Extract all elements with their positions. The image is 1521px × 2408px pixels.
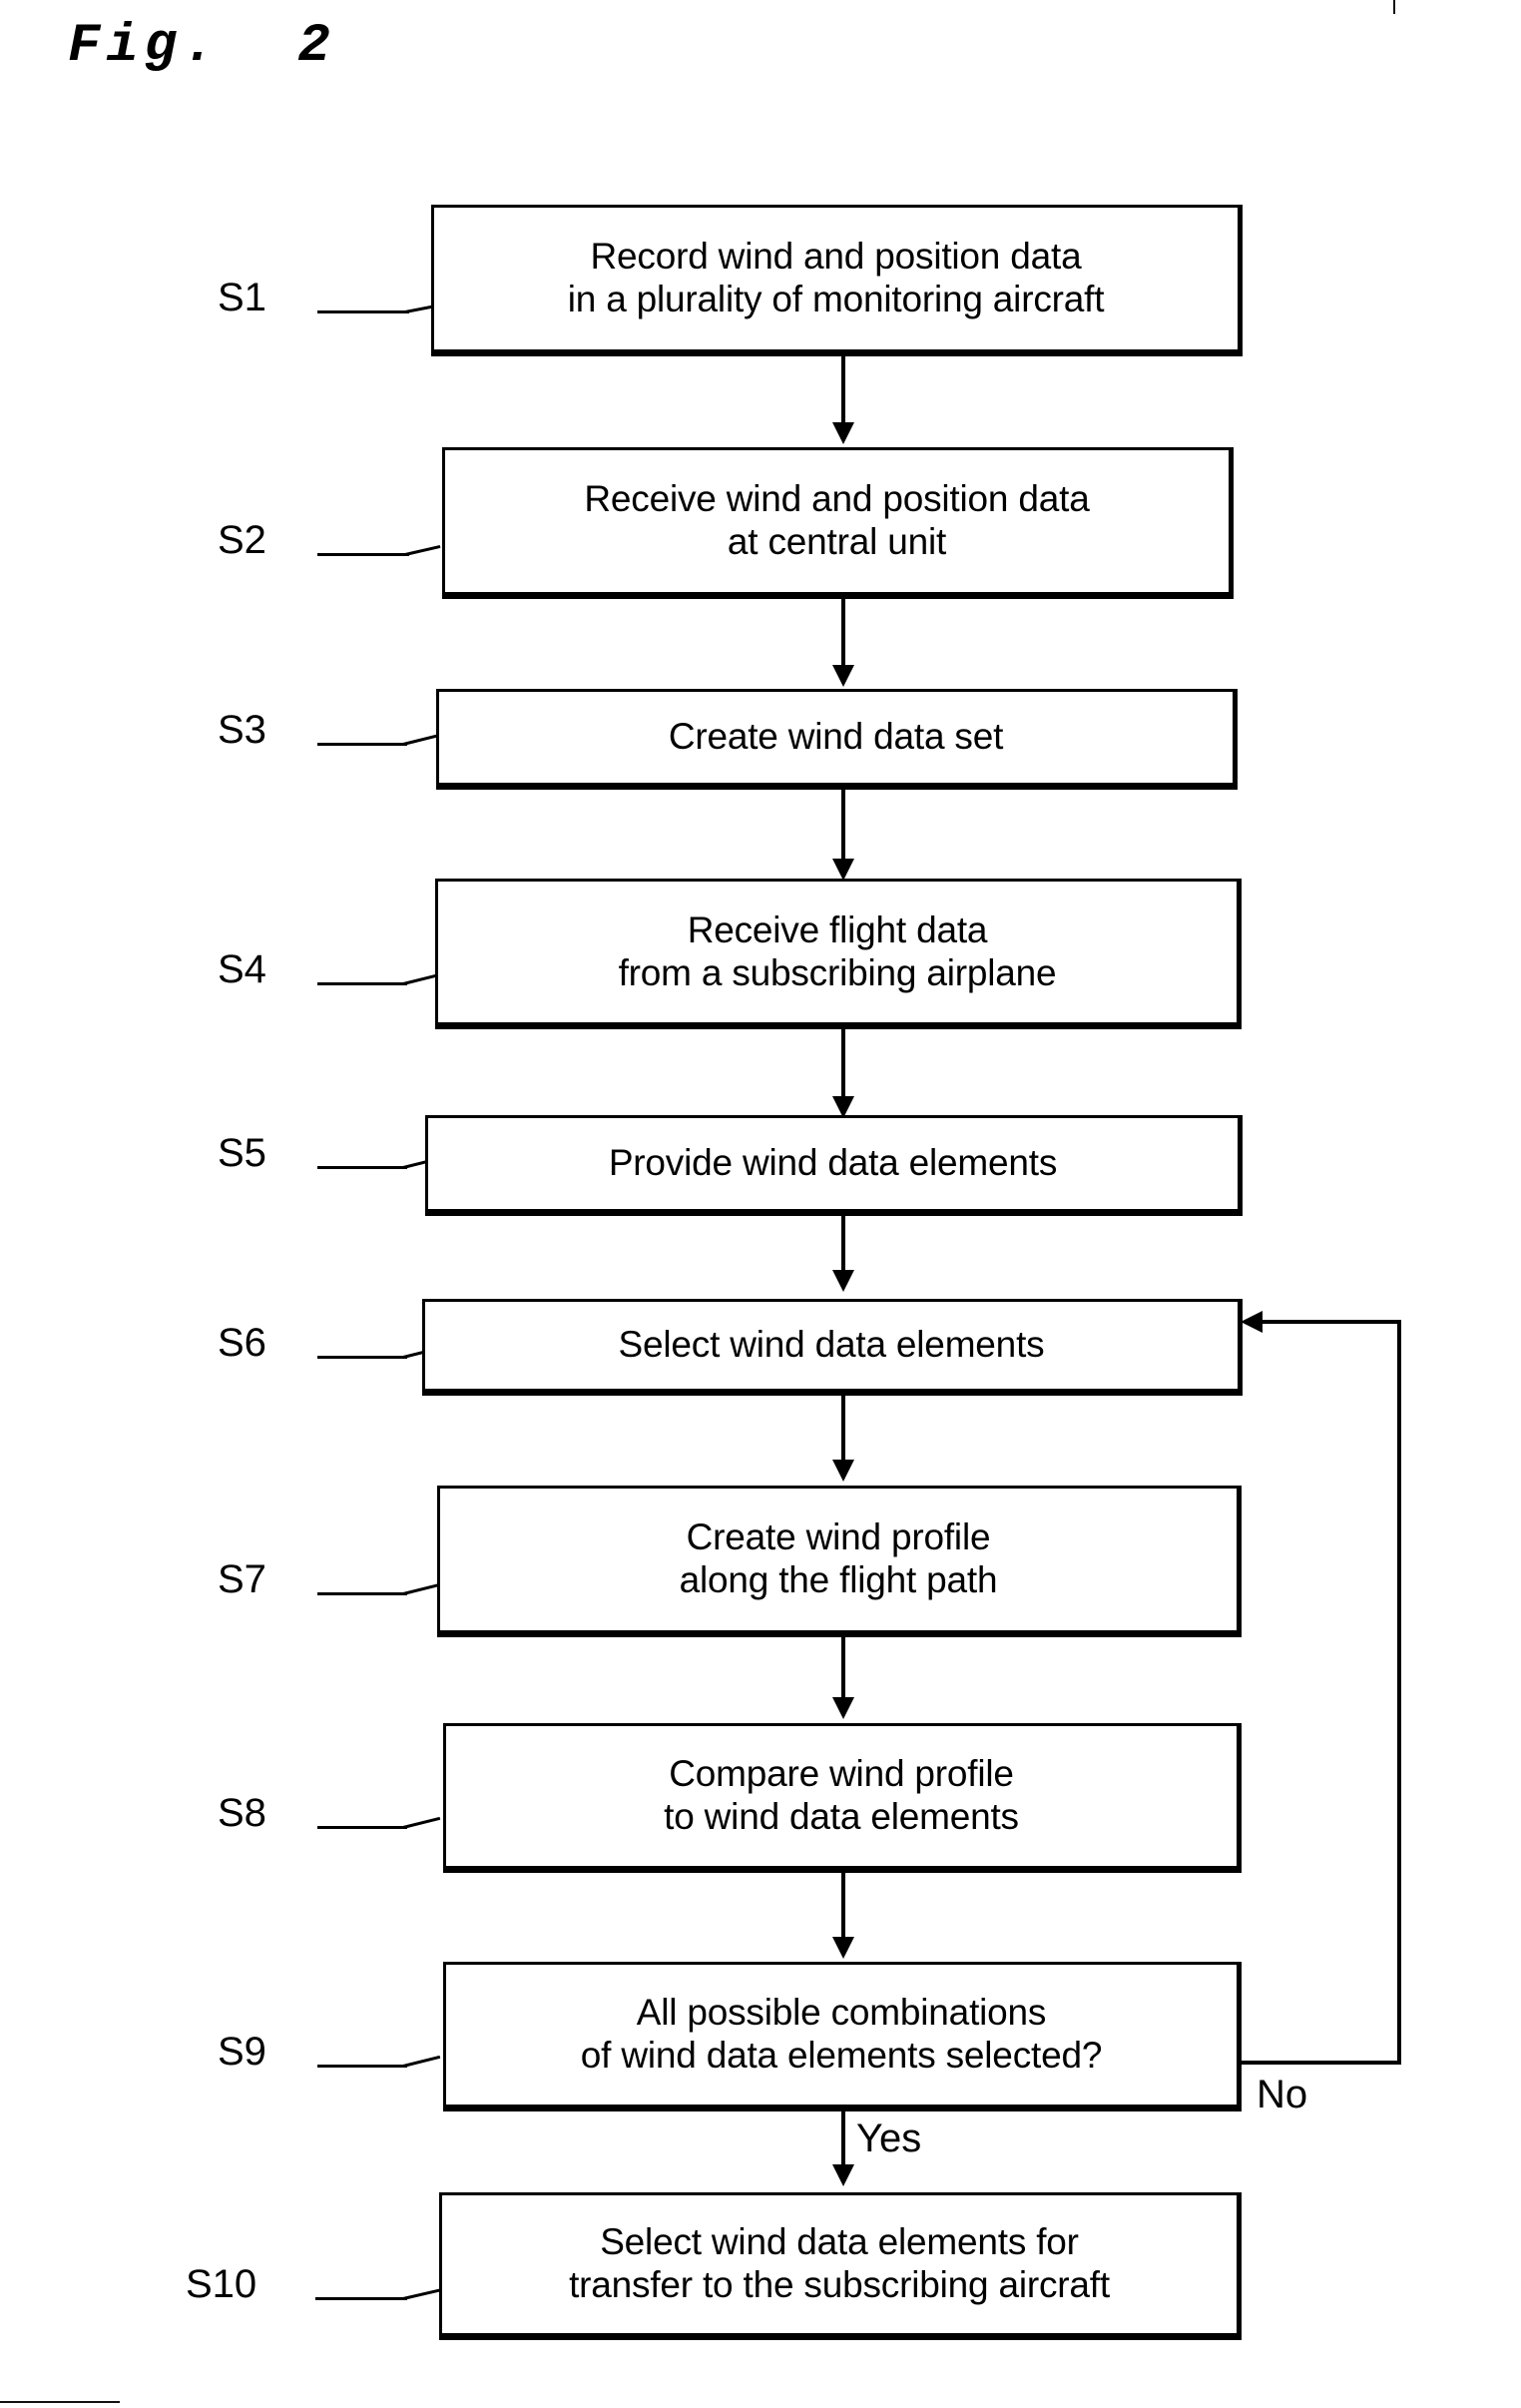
connector-s3-s4 bbox=[841, 790, 845, 870]
decision-box-s9-text: All possible combinations of wind data e… bbox=[580, 1992, 1103, 2076]
step-label-s10: S10 bbox=[186, 2262, 257, 2306]
step-label-s8: S8 bbox=[218, 1791, 266, 1835]
process-box-s3-text: Create wind data set bbox=[668, 716, 1004, 758]
leader-line-s7 bbox=[317, 1592, 407, 1595]
connector-s6-s7 bbox=[841, 1396, 845, 1466]
process-box-s6[interactable]: Select wind data elements bbox=[422, 1299, 1243, 1396]
leader-kink-s8 bbox=[402, 1816, 441, 1829]
connector-s8-s9 bbox=[841, 1873, 845, 1945]
leader-line-s6 bbox=[317, 1356, 407, 1359]
process-box-s8[interactable]: Compare wind profile to wind data elemen… bbox=[443, 1723, 1242, 1873]
process-box-s7-text: Create wind profile along the flight pat… bbox=[679, 1516, 998, 1600]
leader-line-s10 bbox=[315, 2297, 407, 2300]
leader-line-s2 bbox=[317, 553, 409, 556]
decision-box-s9[interactable]: All possible combinations of wind data e… bbox=[443, 1962, 1242, 2111]
leader-line-s8 bbox=[317, 1826, 407, 1829]
connector-s2-s3 bbox=[841, 599, 845, 671]
process-box-s10[interactable]: Select wind data elements for transfer t… bbox=[439, 2192, 1242, 2340]
process-box-s7[interactable]: Create wind profile along the flight pat… bbox=[437, 1486, 1242, 1637]
connector-s5-s6 bbox=[841, 1216, 845, 1278]
arrow-head-s9-s10 bbox=[832, 2164, 854, 2186]
arrow-head-s2-s3 bbox=[832, 665, 854, 687]
leader-line-s9 bbox=[317, 2065, 407, 2068]
leader-kink-s2 bbox=[404, 544, 441, 556]
loop-branch-no-vertical bbox=[1397, 1320, 1401, 2063]
leader-kink-s7 bbox=[402, 1582, 441, 1595]
process-box-s5-text: Provide wind data elements bbox=[608, 1142, 1058, 1184]
process-box-s4[interactable]: Receive flight data from a subscribing a… bbox=[435, 879, 1242, 1029]
step-label-s9: S9 bbox=[218, 2030, 266, 2074]
figure-title: Fig. 2 bbox=[68, 16, 336, 77]
page-edge-tick-top-right bbox=[1393, 0, 1395, 14]
arrow-head-loop-into-s6 bbox=[1241, 1311, 1263, 1333]
leader-line-s5 bbox=[317, 1166, 407, 1169]
arrow-head-s3-s4 bbox=[832, 859, 854, 881]
leader-kink-s3 bbox=[402, 733, 441, 746]
arrow-head-s8-s9 bbox=[832, 1937, 854, 1959]
leader-line-s3 bbox=[317, 743, 407, 746]
loop-branch-no-horizontal-bottom bbox=[1242, 2061, 1401, 2065]
process-box-s6-text: Select wind data elements bbox=[618, 1324, 1045, 1366]
process-box-s1[interactable]: Record wind and position data in a plura… bbox=[431, 205, 1243, 356]
arrow-head-s5-s6 bbox=[832, 1270, 854, 1292]
step-label-s6: S6 bbox=[218, 1321, 266, 1365]
step-label-s5: S5 bbox=[218, 1131, 266, 1175]
step-label-s1: S1 bbox=[218, 276, 266, 319]
process-box-s5[interactable]: Provide wind data elements bbox=[425, 1115, 1243, 1216]
arrow-head-s7-s8 bbox=[832, 1697, 854, 1719]
branch-label-yes: Yes bbox=[856, 2116, 922, 2160]
connector-s1-s2 bbox=[841, 356, 845, 428]
process-box-s10-text: Select wind data elements for transfer t… bbox=[569, 2221, 1110, 2305]
connector-s9-s10-yes bbox=[841, 2111, 845, 2171]
arrow-head-s1-s2 bbox=[832, 422, 854, 444]
leader-line-s4 bbox=[317, 982, 407, 985]
process-box-s4-text: Receive flight data from a subscribing a… bbox=[618, 908, 1057, 993]
process-box-s2-text: Receive wind and position data at centra… bbox=[584, 478, 1090, 562]
page-edge-tick-bottom-left bbox=[0, 2401, 120, 2403]
arrow-head-s6-s7 bbox=[832, 1460, 854, 1482]
loop-branch-no-horizontal-top bbox=[1260, 1320, 1401, 1324]
leader-kink-s10 bbox=[402, 2288, 441, 2300]
leader-kink-s9 bbox=[402, 2055, 441, 2068]
step-label-s3: S3 bbox=[218, 708, 266, 752]
step-label-s7: S7 bbox=[218, 1557, 266, 1601]
step-label-s2: S2 bbox=[218, 518, 266, 562]
process-box-s3[interactable]: Create wind data set bbox=[436, 689, 1238, 790]
step-label-s4: S4 bbox=[218, 947, 266, 991]
figure-page: Fig. 2 S1 Record wind and position data … bbox=[0, 0, 1521, 2408]
branch-label-no: No bbox=[1257, 2073, 1308, 2116]
leader-line-s1 bbox=[317, 310, 409, 313]
process-box-s1-text: Record wind and position data in a plura… bbox=[567, 236, 1105, 319]
process-box-s8-text: Compare wind profile to wind data elemen… bbox=[664, 1753, 1019, 1837]
process-box-s2[interactable]: Receive wind and position data at centra… bbox=[442, 447, 1234, 599]
